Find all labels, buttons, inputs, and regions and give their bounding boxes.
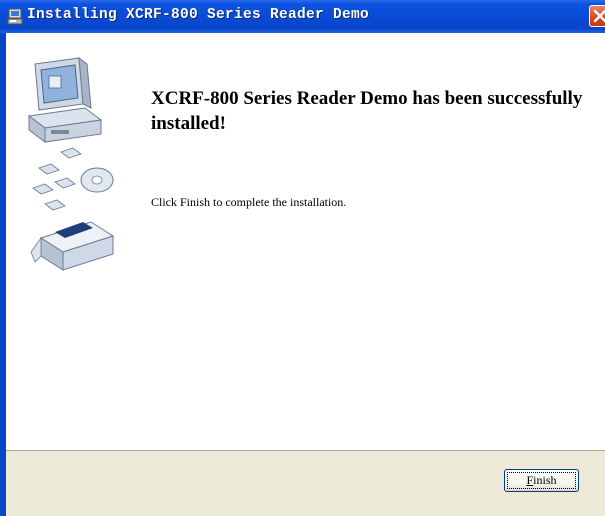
close-button[interactable]: [589, 5, 605, 27]
finish-button[interactable]: Finish: [504, 469, 579, 492]
title-bar[interactable]: Installing XCRF-800 Series Reader Demo: [0, 0, 605, 33]
installer-icon: [6, 8, 24, 26]
instruction-text: Click Finish to complete the installatio…: [151, 195, 347, 209]
installer-window: Installing XCRF-800 Series Reader Demo X…: [0, 0, 605, 516]
window-title: Installing XCRF-800 Series Reader Demo: [27, 7, 370, 23]
finish-label: inish: [533, 473, 557, 487]
close-icon: [593, 9, 605, 23]
page-title: XCRF-800 Series Reader Demo has been suc…: [151, 88, 583, 134]
content-panel: XCRF-800 Series Reader Demo has been suc…: [6, 33, 605, 450]
button-bar: Finish: [6, 450, 605, 516]
finish-mnemonic: F: [526, 473, 534, 487]
computer-install-illustration: [21, 56, 121, 286]
